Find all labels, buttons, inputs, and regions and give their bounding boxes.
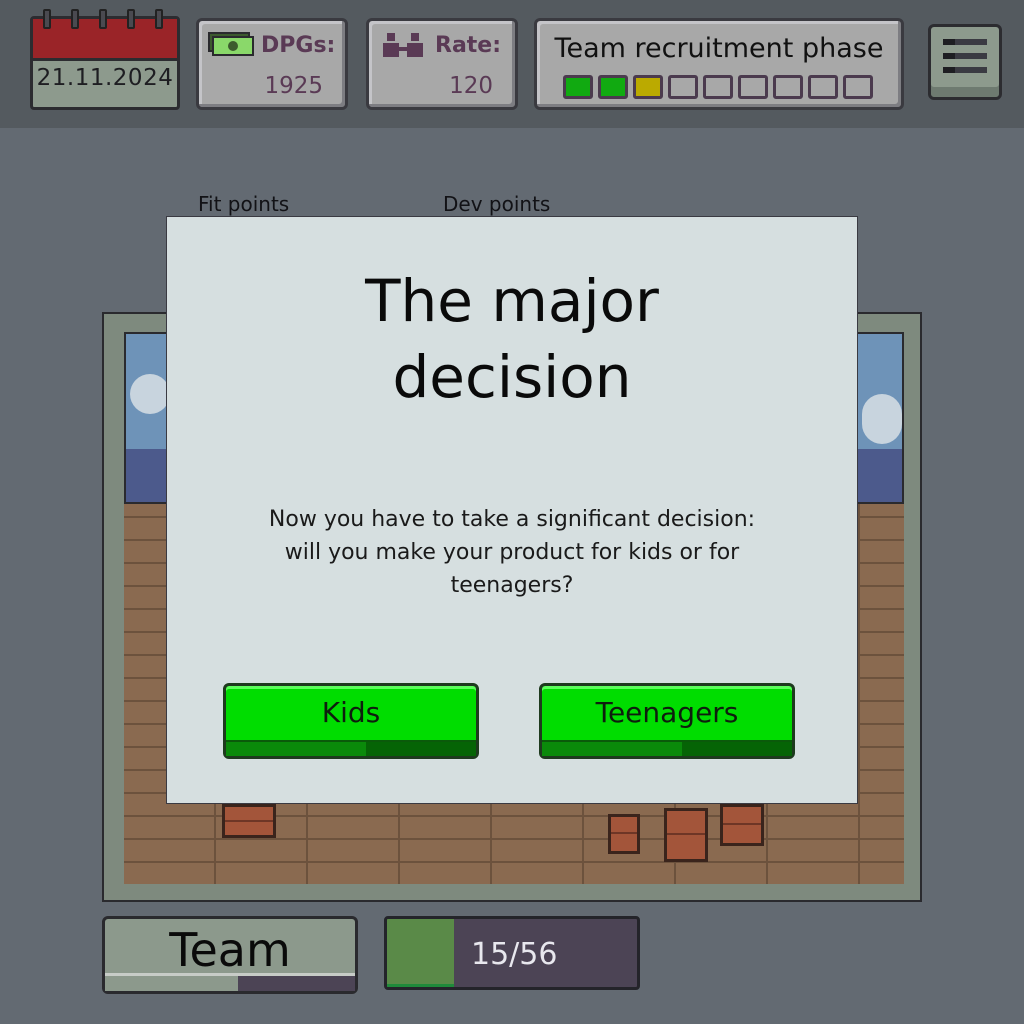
current-date: 21.11.2024 <box>36 65 174 91</box>
calendar-ring <box>71 9 79 29</box>
box <box>608 814 640 854</box>
cloud <box>862 394 902 444</box>
dpgs-value: 1925 <box>264 73 323 99</box>
team-progress-fill <box>387 919 454 987</box>
box <box>720 804 764 846</box>
menu-line <box>943 53 987 59</box>
dialog-title-line: decision <box>392 343 632 411</box>
team-progress-text: 15/56 <box>471 937 558 972</box>
dpgs-panel: DPGs: 1925 <box>196 18 348 110</box>
calendar-widget: 21.11.2024 <box>30 9 180 110</box>
phase-title: Team recruitment phase <box>554 33 884 64</box>
calendar-ring <box>127 9 135 29</box>
phase-step-todo <box>808 75 838 99</box>
calendar-ring <box>99 9 107 29</box>
people-icon <box>383 33 423 57</box>
dev-points-label: Dev points <box>443 192 551 216</box>
team-button[interactable]: Team <box>102 916 358 994</box>
dialog-title: The major decision <box>167 263 857 415</box>
phase-step-todo <box>773 75 803 99</box>
phase-step-todo <box>703 75 733 99</box>
dialog-title-line: The major <box>365 267 659 335</box>
phase-step-current <box>633 75 663 99</box>
phase-panel: Team recruitment phase <box>534 18 904 110</box>
cloud <box>130 374 170 414</box>
phase-step-todo <box>843 75 873 99</box>
team-progress-bar: 15/56 <box>384 916 640 990</box>
teenagers-button[interactable]: Teenagers <box>539 683 795 759</box>
menu-line <box>943 67 987 73</box>
team-button-label: Team <box>169 923 291 977</box>
phase-step-todo <box>668 75 698 99</box>
fit-points-label: Fit points <box>198 192 290 216</box>
phase-step-done <box>563 75 593 99</box>
dialog-message: Now you have to take a significant decis… <box>247 503 777 602</box>
decision-dialog: The major decision Now you have to take … <box>166 216 858 804</box>
hamburger-menu-icon[interactable] <box>928 24 1002 100</box>
calendar-ring <box>43 9 51 29</box>
dialog-message-line: will you make your product for kids or f… <box>284 540 740 565</box>
cash-icon <box>208 32 254 56</box>
box <box>222 804 276 838</box>
button-base <box>226 740 476 756</box>
calendar-ring <box>155 9 163 29</box>
dialog-message-line: Now you have to take a significant decis… <box>268 507 756 532</box>
phase-step-todo <box>738 75 768 99</box>
rate-panel: Rate: 120 <box>366 18 518 110</box>
kids-button[interactable]: Kids <box>223 683 479 759</box>
menu-line <box>943 39 987 45</box>
calendar-header <box>33 9 177 61</box>
dpgs-label: DPGs: <box>261 33 336 58</box>
box <box>664 808 708 862</box>
kids-button-label: Kids <box>321 696 381 729</box>
rate-value: 120 <box>449 73 493 99</box>
rate-label: Rate: <box>435 33 502 58</box>
phase-step-done <box>598 75 628 99</box>
phase-progress-steps <box>563 75 873 99</box>
dialog-message-line: teenagers? <box>450 573 574 598</box>
button-base <box>542 740 792 756</box>
teenagers-button-label: Teenagers <box>595 696 739 729</box>
